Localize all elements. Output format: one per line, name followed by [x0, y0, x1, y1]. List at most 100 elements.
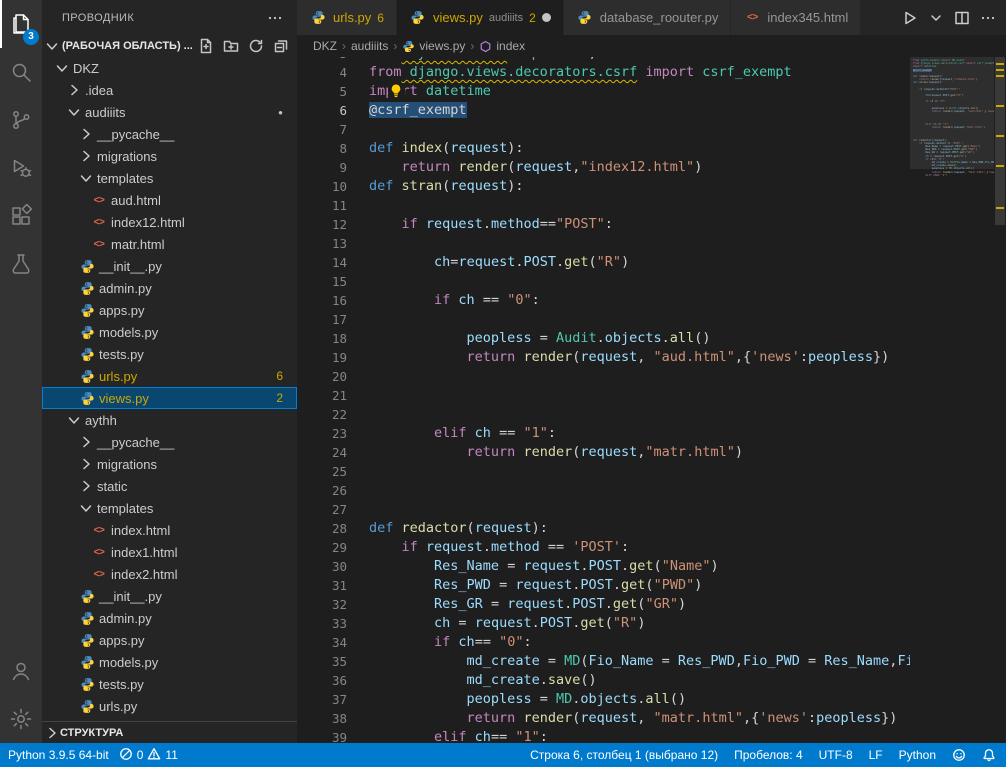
code-line-27[interactable]: 27 — [297, 500, 910, 519]
line-number[interactable]: 22 — [297, 405, 369, 424]
eol-status[interactable]: LF — [869, 748, 883, 762]
more-actions-icon[interactable] — [980, 10, 996, 26]
minimap-slider[interactable] — [910, 57, 994, 169]
line-number[interactable]: 37 — [297, 690, 369, 709]
encoding-status[interactable]: UTF-8 — [819, 748, 853, 762]
tab-index345.html[interactable]: <>index345.html — [731, 0, 861, 35]
code-line-31[interactable]: 31 Res_PWD = request.POST.get("PWD") — [297, 576, 910, 595]
activity-item-settings[interactable] — [0, 695, 42, 743]
code-line-30[interactable]: 30 Res_Name = request.POST.get("Name") — [297, 557, 910, 576]
code-line-10[interactable]: 10def stran(request): — [297, 177, 910, 196]
tab-urls.py[interactable]: urls.py6 — [297, 0, 397, 35]
tab-views.py[interactable]: views.pyaudiiits2 — [397, 0, 564, 35]
line-number[interactable]: 38 — [297, 709, 369, 728]
line-number[interactable]: 39 — [297, 728, 369, 743]
cursor-position-status[interactable]: Строка 6, столбец 1 (выбрано 12) — [530, 748, 718, 762]
line-number[interactable]: 30 — [297, 557, 369, 576]
problems-status[interactable]: 0 11 — [119, 747, 178, 764]
line-number[interactable]: 19 — [297, 348, 369, 367]
code-line-28[interactable]: 28def redactor(request): — [297, 519, 910, 538]
tree-item-__pycache__[interactable]: __pycache__ — [42, 431, 297, 453]
activity-item-explorer[interactable]: 3 — [0, 0, 42, 48]
activity-item-testing[interactable] — [0, 240, 42, 288]
code-line-35[interactable]: 35 md_create = MD(Fio_Name = Res_PWD,Fio… — [297, 652, 910, 671]
code-line-38[interactable]: 38 return render(request, "matr.html",{'… — [297, 709, 910, 728]
code-line-25[interactable]: 25 — [297, 462, 910, 481]
tree-item-index2.html[interactable]: <>index2.html — [42, 563, 297, 585]
activity-item-search[interactable] — [0, 48, 42, 96]
feedback-smiley-icon[interactable] — [952, 748, 966, 762]
code-line-15[interactable]: 15 — [297, 272, 910, 291]
code-line-22[interactable]: 22 — [297, 405, 910, 424]
tree-item-templates[interactable]: templates — [42, 167, 297, 189]
tree-item-audiiits[interactable]: audiiits● — [42, 101, 297, 123]
breadcrumb-item-folder[interactable]: audiiits — [351, 39, 388, 53]
new-file-icon[interactable] — [198, 38, 214, 54]
tree-item-aythh[interactable]: aythh — [42, 409, 297, 431]
line-number[interactable]: 5 — [297, 82, 369, 101]
code-line-14[interactable]: 14 ch=request.POST.get("R") — [297, 253, 910, 272]
code-line-8[interactable]: 8def index(request): — [297, 139, 910, 158]
code-line-4[interactable]: 4from django.views.decorators.csrf impor… — [297, 63, 910, 82]
minimap[interactable]: from aythh.models import MD,Auditfrom dj… — [910, 57, 994, 743]
tree-item-index.html[interactable]: <>index.html — [42, 519, 297, 541]
dirty-indicator[interactable] — [542, 13, 551, 22]
line-number[interactable]: 18 — [297, 329, 369, 348]
tree-item-tests.py[interactable]: tests.py — [42, 343, 297, 365]
collapse-all-icon[interactable] — [273, 38, 289, 54]
code-line-26[interactable]: 26 — [297, 481, 910, 500]
tree-item-__pycache__[interactable]: __pycache__ — [42, 123, 297, 145]
tree-item-models.py[interactable]: models.py — [42, 321, 297, 343]
code-line-12[interactable]: 12 if request.method=="POST": — [297, 215, 910, 234]
code-line-36[interactable]: 36 md_create.save() — [297, 671, 910, 690]
tree-item-views.py[interactable]: views.py2 — [42, 387, 297, 409]
tree-item-__init__.py[interactable]: __init__.py — [42, 585, 297, 607]
code-line-6[interactable]: 6@csrf_exempt — [297, 101, 910, 120]
code-line-7[interactable]: 7 — [297, 120, 910, 139]
tree-item-templates[interactable]: templates — [42, 497, 297, 519]
tree-item-__init__.py[interactable]: __init__.py — [42, 255, 297, 277]
code-line-39[interactable]: 39 elif ch== "1": — [297, 728, 910, 743]
line-number[interactable]: 29 — [297, 538, 369, 557]
tree-item-.idea[interactable]: .idea — [42, 79, 297, 101]
split-editor-icon[interactable] — [954, 10, 970, 26]
breadcrumb-item-file[interactable]: views.py — [402, 39, 465, 53]
code-line-17[interactable]: 17 — [297, 310, 910, 329]
line-number[interactable]: 6 — [297, 101, 369, 120]
code-line-11[interactable]: 11 — [297, 196, 910, 215]
workspace-section-header[interactable]: (РАБОЧАЯ ОБЛАСТЬ) ... — [42, 35, 297, 57]
refresh-icon[interactable] — [248, 38, 264, 54]
tree-item-aud.html[interactable]: <>aud.html — [42, 189, 297, 211]
code-line-13[interactable]: 13 — [297, 234, 910, 253]
code-line-32[interactable]: 32 Res_GR = request.POST.get("GR") — [297, 595, 910, 614]
activity-item-run-debug[interactable] — [0, 144, 42, 192]
line-number[interactable]: 36 — [297, 671, 369, 690]
line-number[interactable]: 4 — [297, 63, 369, 82]
tree-item-index1.html[interactable]: <>index1.html — [42, 541, 297, 563]
tree-item-urls.py[interactable]: urls.py6 — [42, 365, 297, 387]
tree-item-apps.py[interactable]: apps.py — [42, 299, 297, 321]
tree-item-migrations[interactable]: migrations — [42, 453, 297, 475]
line-number[interactable]: 11 — [297, 196, 369, 215]
indentation-status[interactable]: Пробелов: 4 — [734, 748, 803, 762]
code-line-5[interactable]: 5import datetime — [297, 82, 910, 101]
code-line-34[interactable]: 34 if ch== "0": — [297, 633, 910, 652]
code-line-37[interactable]: 37 peopless = MD.objects.all() — [297, 690, 910, 709]
line-number[interactable]: 35 — [297, 652, 369, 671]
line-number[interactable]: 9 — [297, 158, 369, 177]
activity-item-extensions[interactable] — [0, 192, 42, 240]
tree-item-admin.py[interactable]: admin.py — [42, 607, 297, 629]
more-actions-icon[interactable] — [267, 10, 283, 26]
tree-item-matr.html[interactable]: <>matr.html — [42, 233, 297, 255]
line-number[interactable]: 16 — [297, 291, 369, 310]
code-line-20[interactable]: 20 — [297, 367, 910, 386]
line-number[interactable]: 20 — [297, 367, 369, 386]
tab-database_roouter.py[interactable]: database_roouter.py — [564, 0, 732, 35]
line-number[interactable]: 23 — [297, 424, 369, 443]
run-dropdown-icon[interactable] — [928, 10, 944, 26]
line-number[interactable]: 14 — [297, 253, 369, 272]
line-number[interactable]: 34 — [297, 633, 369, 652]
line-number[interactable]: 31 — [297, 576, 369, 595]
tree-item-models.py[interactable]: models.py — [42, 651, 297, 673]
language-mode-status[interactable]: Python — [899, 748, 936, 762]
